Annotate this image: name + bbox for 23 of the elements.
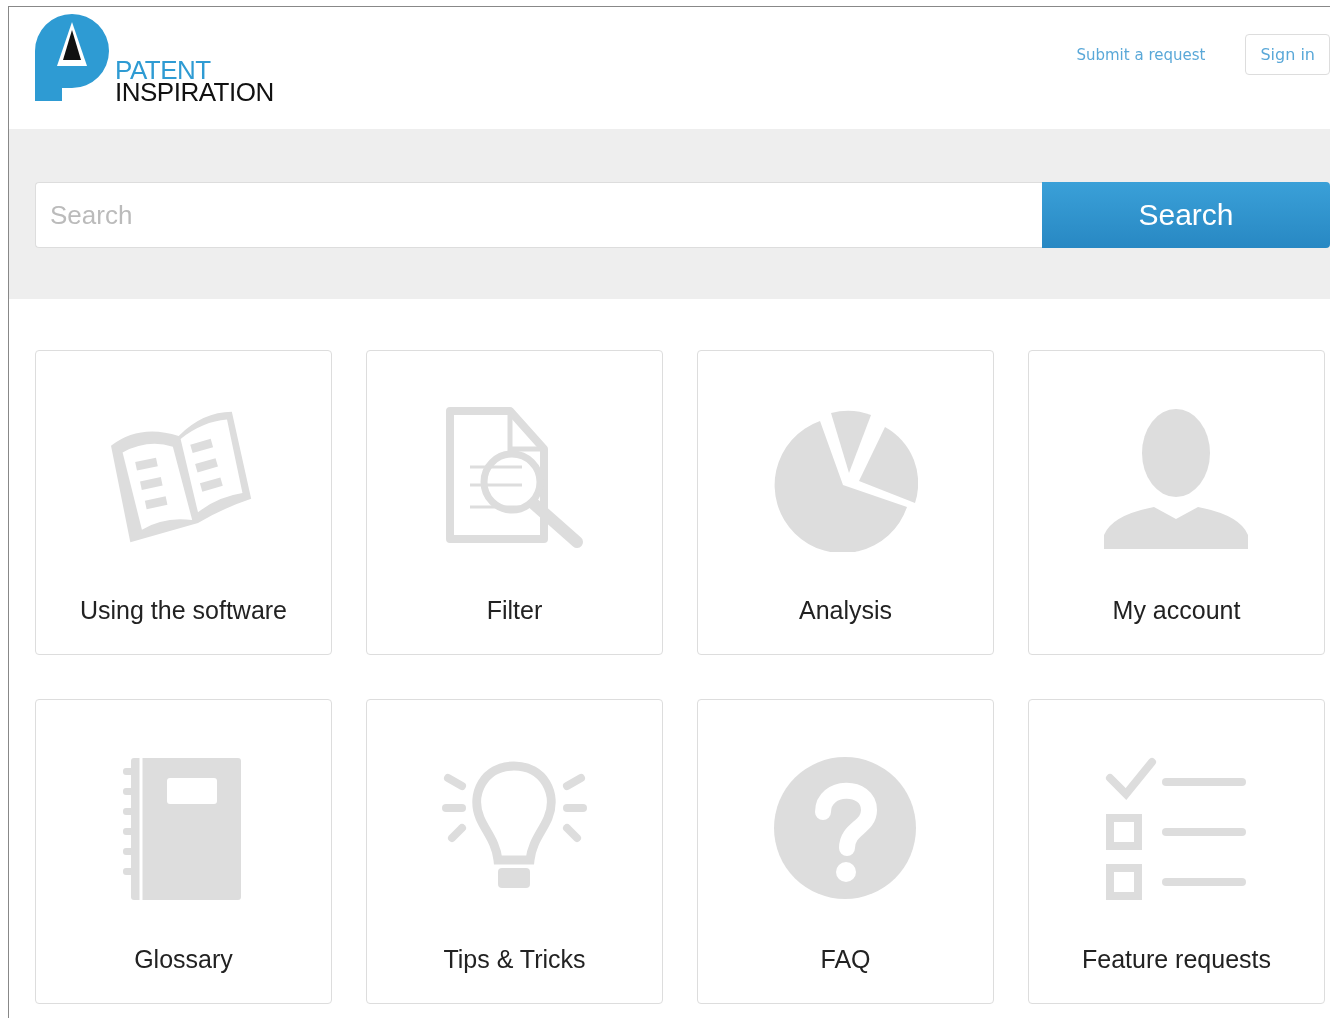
category-label: Feature requests [1082, 945, 1271, 974]
category-card[interactable]: Feature requests [1028, 699, 1325, 1004]
category-card[interactable]: Analysis [697, 350, 994, 655]
category-label: Analysis [798, 596, 893, 625]
category-card[interactable]: Using the software [35, 350, 332, 655]
category-card[interactable]: FAQ [697, 699, 994, 1004]
category-card[interactable]: Glossary [35, 699, 332, 1004]
category-card[interactable]: Filter [366, 350, 663, 655]
question-circle-icon [773, 756, 918, 901]
logo-text: PATENT [115, 59, 211, 81]
person-icon [1104, 407, 1249, 552]
category-label: Using the software [79, 596, 287, 625]
checklist-icon [1104, 756, 1249, 901]
category-card[interactable]: My account [1028, 350, 1325, 655]
category-label: Filter [486, 596, 543, 625]
search-field[interactable]: Search [35, 182, 1042, 248]
logo-text: INSPIRATION [115, 81, 274, 103]
logo-mark-icon [35, 14, 109, 101]
category-label: FAQ [820, 945, 871, 974]
category-card[interactable]: Tips & Tricks [366, 699, 663, 1004]
category-label: Tips & Tricks [443, 945, 586, 974]
category-label: Glossary [134, 945, 233, 974]
category-label: My account [1112, 596, 1241, 625]
